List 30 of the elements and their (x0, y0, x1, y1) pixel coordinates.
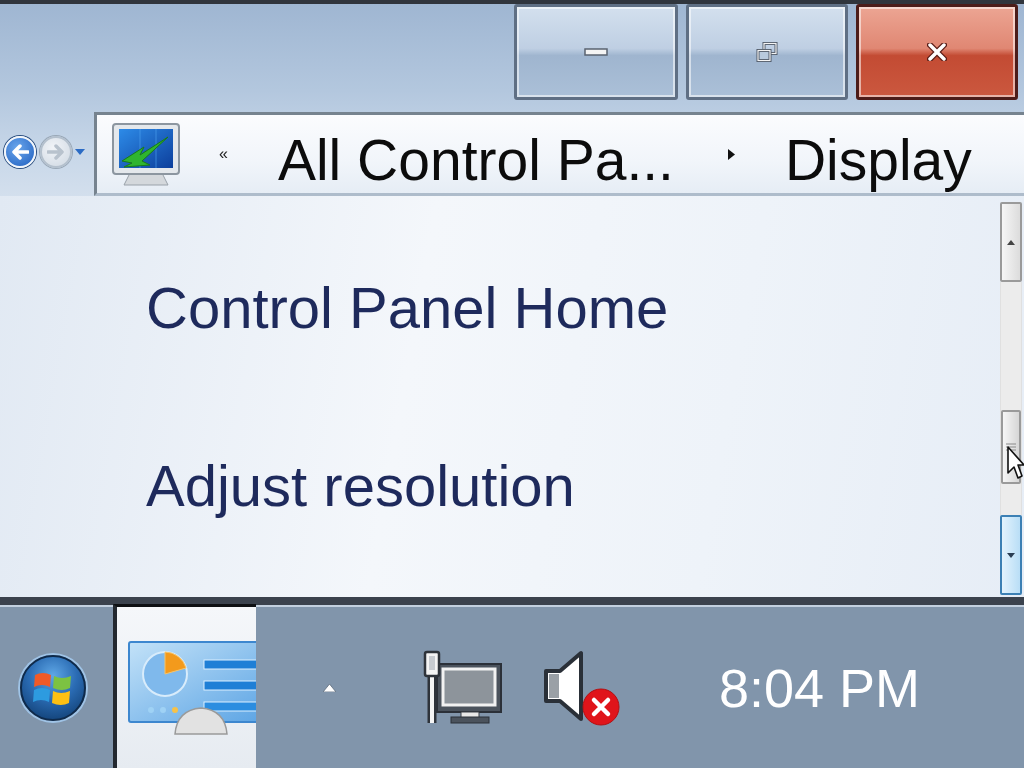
recent-pages-button[interactable] (74, 147, 86, 157)
restore-icon (756, 42, 778, 62)
breadcrumb-item[interactable]: All Control Pa... (277, 127, 674, 193)
monitor-arrow-icon (110, 121, 182, 187)
back-button[interactable] (4, 136, 36, 168)
scroll-down-button[interactable] (1000, 515, 1022, 595)
caret-right-icon[interactable] (727, 148, 735, 160)
grip-icon (1006, 443, 1016, 451)
mouse-pointer-icon (1007, 446, 1024, 480)
breadcrumb-item[interactable]: Display (784, 127, 972, 193)
plug-monitor-icon[interactable] (423, 650, 503, 725)
taskbar-button[interactable] (113, 604, 256, 768)
speaker-mute-icon[interactable] (543, 648, 621, 727)
minimize-button[interactable] (514, 4, 678, 100)
close-icon (927, 43, 947, 61)
address-bar[interactable]: « All Control Pa... Display (94, 112, 1024, 196)
arrow-right-icon (47, 144, 65, 160)
sidebar-link[interactable]: Control Panel Home (146, 273, 669, 343)
arrow-left-icon (11, 144, 29, 160)
caret-down-icon (1007, 552, 1015, 558)
close-button[interactable] (856, 4, 1018, 100)
caret-up-icon[interactable] (323, 683, 336, 692)
scroll-up-button[interactable] (1000, 202, 1022, 282)
start-button[interactable] (20, 654, 86, 721)
caret-down-icon (75, 149, 85, 155)
minimize-icon (584, 48, 608, 56)
restore-button[interactable] (686, 4, 848, 100)
breadcrumb-overflow[interactable]: « (219, 146, 228, 162)
sidebar-link[interactable]: Adjust resolution (146, 451, 575, 521)
caret-up-icon (1007, 239, 1015, 245)
